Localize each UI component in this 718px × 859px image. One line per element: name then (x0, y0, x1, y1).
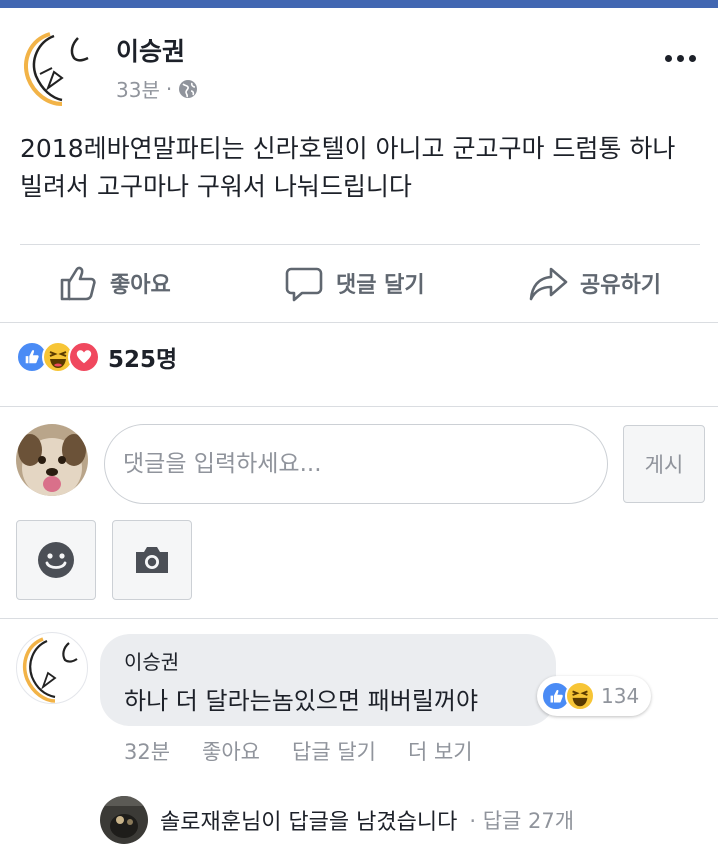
viewer-avatar (16, 424, 88, 496)
thumbs-up-icon (60, 266, 96, 301)
comment-like-link[interactable]: 좋아요 (202, 736, 260, 766)
divider (20, 244, 700, 245)
smiley-icon (38, 542, 74, 578)
comment-actions: 32분 좋아요 답글 달기 더 보기 (124, 736, 473, 766)
reply-count: · 답글 27개 (469, 809, 575, 833)
globe-icon (179, 79, 198, 98)
meta-separator: · (165, 76, 173, 101)
more-dot-icon (676, 54, 684, 62)
post-meta: 33분 · (116, 74, 198, 103)
reply-summary-text: 솔로재훈님이 답글을 남겼습니다 (160, 810, 458, 835)
post-author-avatar[interactable] (18, 28, 102, 108)
like-label: 좋아요 (110, 273, 171, 298)
divider (0, 618, 718, 619)
reactions-summary[interactable]: 525명 (16, 340, 177, 374)
comment-more-link[interactable]: 더 보기 (408, 736, 473, 766)
share-button[interactable]: 공유하기 (528, 260, 661, 306)
comment-button[interactable]: 댓글 달기 (284, 260, 425, 306)
like-button[interactable]: 좋아요 (58, 260, 171, 306)
reply-summary[interactable]: 솔로재훈님이 답글을 남겼습니다 · 답글 27개 (100, 796, 574, 844)
top-bar (0, 0, 718, 8)
camera-button[interactable] (112, 520, 192, 600)
reactions-count: 525명 (108, 347, 178, 373)
emoji-button[interactable] (16, 520, 96, 600)
speech-bubble-icon (285, 267, 323, 302)
more-dot-icon (688, 54, 696, 62)
love-reaction-icon (68, 341, 100, 373)
comment-reaction-count: 134 (601, 684, 640, 708)
post-action-bar: 좋아요 댓글 달기 공유하기 (0, 250, 718, 316)
replier-avatar (100, 796, 148, 844)
haha-reaction-icon (565, 681, 595, 711)
share-label: 공유하기 (580, 273, 661, 298)
comment-label: 댓글 달기 (336, 273, 425, 298)
comment-input[interactable] (104, 424, 608, 504)
post-comment-button[interactable]: 게시 (623, 425, 705, 503)
post-time[interactable]: 33분 (116, 74, 160, 103)
comment-text: 하나 더 달라는놈있으면 패버릴꺼야 (124, 687, 479, 715)
post-text: 2018레바연말파티는 신라호텔이 아니고 군고구마 드럼통 하나 빌려서 고구… (20, 134, 676, 201)
more-options-button[interactable] (660, 44, 700, 72)
comment-reply-link[interactable]: 답글 달기 (292, 736, 376, 766)
comment-reactions[interactable]: 134 (537, 676, 652, 716)
more-dot-icon (664, 54, 672, 62)
comment-author-avatar[interactable] (16, 632, 88, 704)
comment-time[interactable]: 32분 (124, 736, 170, 766)
comment-author-name[interactable]: 이승권 (124, 646, 532, 675)
post-author-name[interactable]: 이승권 (116, 32, 185, 68)
camera-icon (136, 547, 168, 573)
divider (0, 322, 718, 323)
share-arrow-icon (529, 267, 568, 301)
divider (0, 406, 718, 407)
comment-bubble: 이승권 하나 더 달라는놈있으면 패버릴꺼야 (100, 634, 556, 726)
